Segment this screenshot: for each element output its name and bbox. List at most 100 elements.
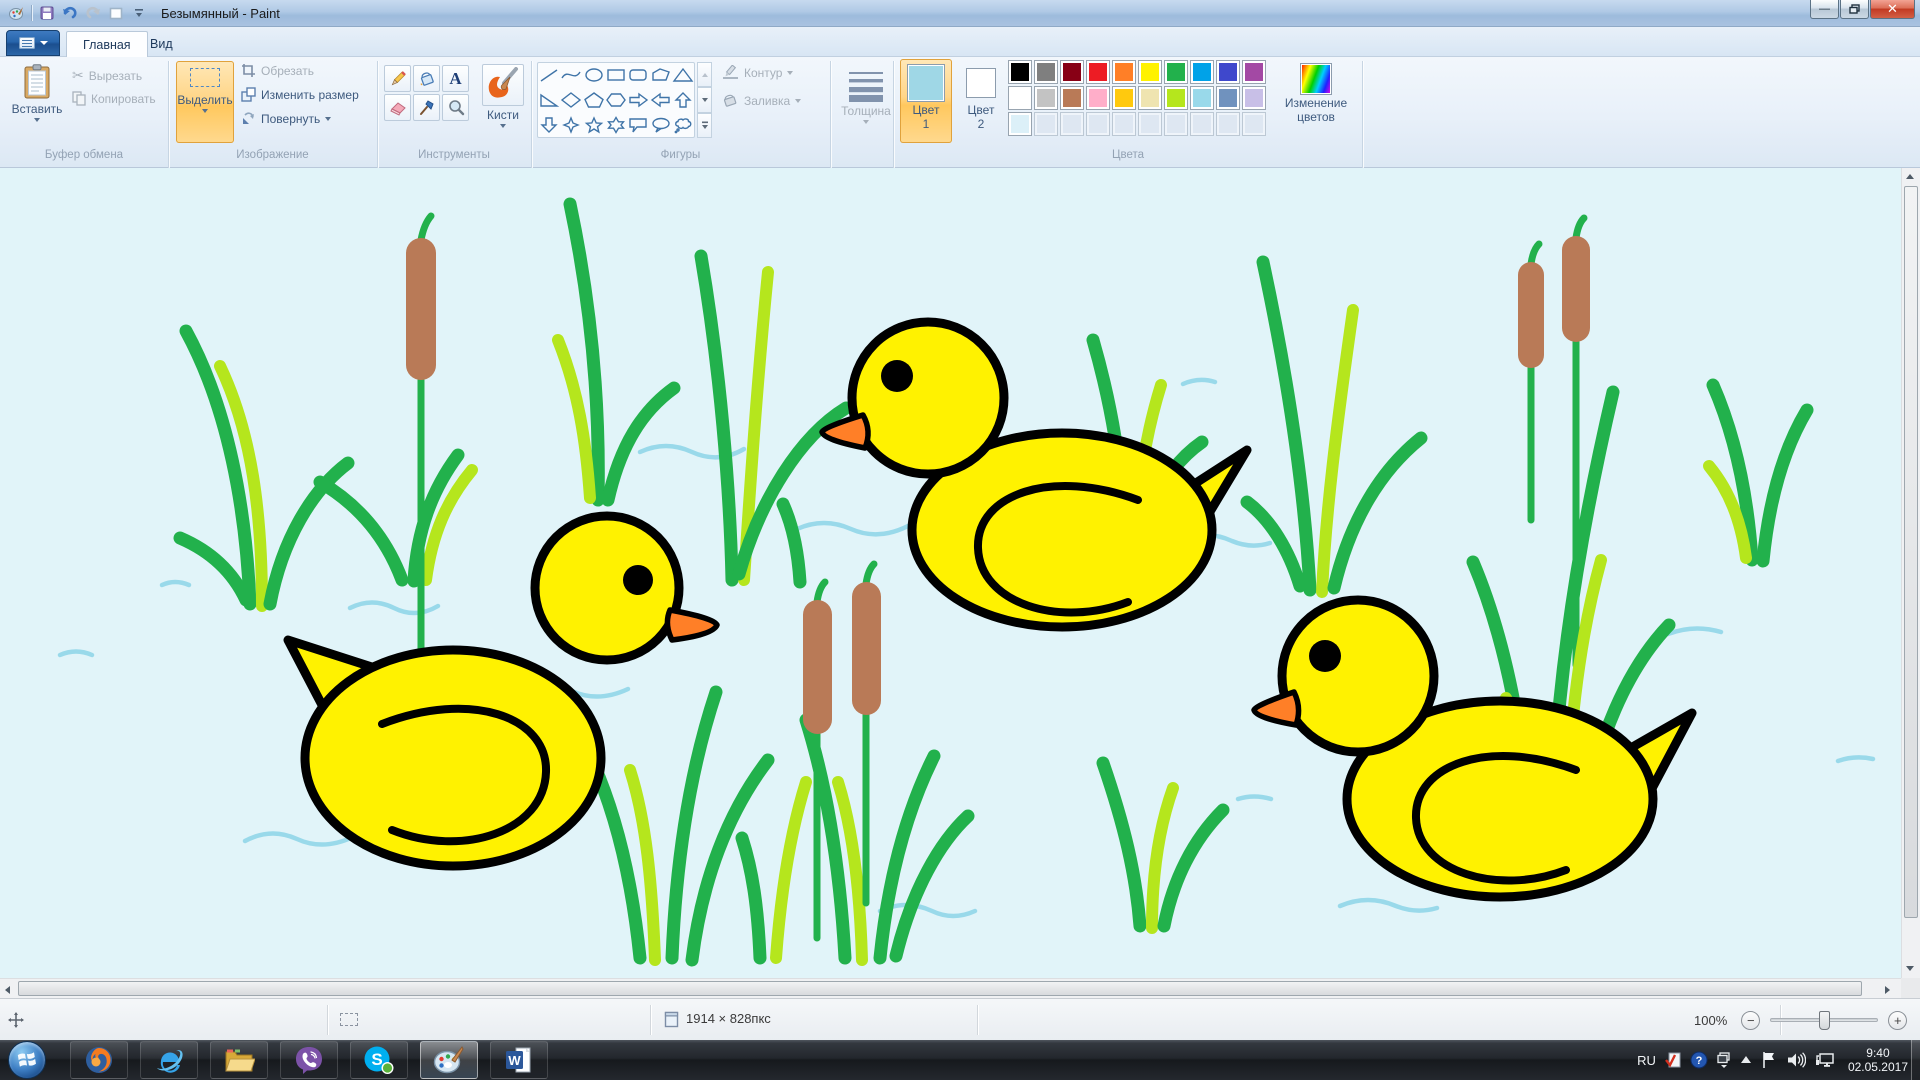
vertical-scroll-thumb[interactable] <box>1904 186 1918 918</box>
zoom-in-button[interactable]: + <box>1888 1011 1907 1030</box>
palette-color-swatch[interactable] <box>1138 60 1162 84</box>
shape-star5-icon[interactable] <box>583 112 605 137</box>
shape-curve-icon[interactable] <box>560 63 582 88</box>
shape-pentagon-icon[interactable] <box>583 88 605 113</box>
pencil-tool[interactable] <box>384 65 411 92</box>
shapes-scroll-down-icon[interactable] <box>697 87 712 112</box>
palette-empty-swatch[interactable] <box>1138 112 1162 136</box>
shapes-scroll-more-icon[interactable] <box>697 113 712 138</box>
spellcheck-tray-icon[interactable] <box>1665 1051 1681 1069</box>
magnifier-tool[interactable] <box>442 94 469 121</box>
palette-color-swatch[interactable] <box>1060 60 1084 84</box>
scroll-up-icon[interactable] <box>1905 173 1915 180</box>
qat-customize-icon[interactable] <box>130 5 147 22</box>
zoom-slider-thumb[interactable] <box>1819 1011 1830 1030</box>
palette-color-swatch[interactable] <box>1034 60 1058 84</box>
palette-color-swatch[interactable] <box>1190 86 1214 110</box>
palette-color-swatch[interactable] <box>1242 60 1266 84</box>
taskbar-explorer[interactable] <box>210 1041 268 1079</box>
palette-empty-swatch[interactable] <box>1086 112 1110 136</box>
paste-button[interactable]: Вставить <box>8 61 66 143</box>
shape-diamond-icon[interactable] <box>560 88 582 113</box>
language-indicator[interactable]: RU <box>1637 1053 1656 1068</box>
palette-color-swatch[interactable] <box>1164 86 1188 110</box>
horizontal-scrollbar[interactable] <box>0 978 1901 998</box>
duck-pond-drawing[interactable] <box>0 168 1901 978</box>
palette-color-swatch[interactable] <box>1086 86 1110 110</box>
scroll-left-icon[interactable] <box>4 985 11 995</box>
palette-empty-swatch[interactable] <box>1112 112 1136 136</box>
shape-arrow-down-icon[interactable] <box>538 112 560 137</box>
file-menu-button[interactable] <box>6 30 60 56</box>
vertical-scrollbar[interactable] <box>1901 168 1920 978</box>
zoom-slider[interactable] <box>1770 1018 1878 1022</box>
scroll-down-icon[interactable] <box>1905 965 1915 972</box>
palette-color-swatch[interactable] <box>1112 60 1136 84</box>
shape-ellipse-icon[interactable] <box>583 63 605 88</box>
fill-tool[interactable] <box>413 65 440 92</box>
palette-color-swatch[interactable] <box>1008 86 1032 110</box>
palette-color-swatch[interactable] <box>1086 60 1110 84</box>
shape-star6-icon[interactable] <box>605 112 627 137</box>
palette-color-swatch[interactable] <box>1190 60 1214 84</box>
clock[interactable]: 9:40 02.05.2017 <box>1848 1046 1908 1074</box>
zoom-out-button[interactable]: − <box>1741 1011 1760 1030</box>
palette-empty-swatch[interactable] <box>1190 112 1214 136</box>
shape-right-triangle-icon[interactable] <box>538 88 560 113</box>
show-hidden-icons[interactable] <box>1740 1056 1752 1064</box>
shape-arrow-up-icon[interactable] <box>672 88 694 113</box>
color1-button[interactable]: Цвет1 <box>900 59 952 143</box>
palette-color-swatch[interactable] <box>1008 112 1032 136</box>
tab-view[interactable]: Вид <box>134 31 189 57</box>
undo-icon[interactable] <box>61 5 78 22</box>
qat-extra-icon[interactable] <box>107 5 124 22</box>
rotate-button[interactable]: Повернуть <box>241 111 331 126</box>
shape-arrow-left-icon[interactable] <box>649 88 671 113</box>
shape-star4-icon[interactable] <box>560 112 582 137</box>
shape-hexagon-icon[interactable] <box>605 88 627 113</box>
restore-button[interactable] <box>1840 0 1869 19</box>
shapes-scroll-up-icon[interactable] <box>697 62 712 87</box>
edit-colors-button[interactable]: Изменение цветов <box>1274 61 1358 143</box>
palette-empty-swatch[interactable] <box>1060 112 1084 136</box>
palette-color-swatch[interactable] <box>1112 86 1136 110</box>
shape-callout-ellipse-icon[interactable] <box>649 112 671 137</box>
scroll-right-icon[interactable] <box>1884 985 1891 995</box>
start-button[interactable] <box>8 1041 46 1079</box>
palette-empty-swatch[interactable] <box>1242 112 1266 136</box>
palette-color-swatch[interactable] <box>1008 60 1032 84</box>
color2-button[interactable]: Цвет2 <box>958 59 1004 143</box>
shape-callout-rectangle-icon[interactable] <box>627 112 649 137</box>
taskbar-paint[interactable] <box>420 1041 478 1079</box>
shape-triangle-icon[interactable] <box>672 63 694 88</box>
eyedropper-tool[interactable] <box>413 94 440 121</box>
shape-rectangle-icon[interactable] <box>605 63 627 88</box>
palette-color-swatch[interactable] <box>1164 60 1188 84</box>
palette-color-swatch[interactable] <box>1138 86 1162 110</box>
close-button[interactable]: ✕ <box>1870 0 1915 19</box>
palette-color-swatch[interactable] <box>1216 86 1240 110</box>
text-tool[interactable]: A <box>442 65 469 92</box>
palette-empty-swatch[interactable] <box>1164 112 1188 136</box>
select-button[interactable]: Выделить <box>176 61 234 143</box>
save-icon[interactable] <box>38 5 55 22</box>
palette-color-swatch[interactable] <box>1216 60 1240 84</box>
palette-color-swatch[interactable] <box>1034 86 1058 110</box>
shape-polygon-icon[interactable] <box>649 63 671 88</box>
taskbar-internet-explorer[interactable] <box>140 1041 198 1079</box>
shape-rounded-rectangle-icon[interactable] <box>627 63 649 88</box>
horizontal-scroll-thumb[interactable] <box>18 981 1862 996</box>
palette-color-swatch[interactable] <box>1242 86 1266 110</box>
help-tray-icon[interactable]: ? <box>1690 1051 1708 1069</box>
taskbar-word[interactable]: W <box>490 1041 548 1079</box>
volume-icon[interactable] <box>1786 1051 1806 1069</box>
shape-callout-cloud-icon[interactable] <box>672 112 694 137</box>
palette-empty-swatch[interactable] <box>1034 112 1058 136</box>
resize-button[interactable]: Изменить размер <box>241 87 359 102</box>
action-center-flag-icon[interactable] <box>1761 1051 1777 1069</box>
shape-line-icon[interactable] <box>538 63 560 88</box>
taskbar-firefox[interactable] <box>70 1041 128 1079</box>
taskbar-skype[interactable]: S <box>350 1041 408 1079</box>
palette-color-swatch[interactable] <box>1060 86 1084 110</box>
show-desktop-button[interactable] <box>1911 1040 1920 1080</box>
